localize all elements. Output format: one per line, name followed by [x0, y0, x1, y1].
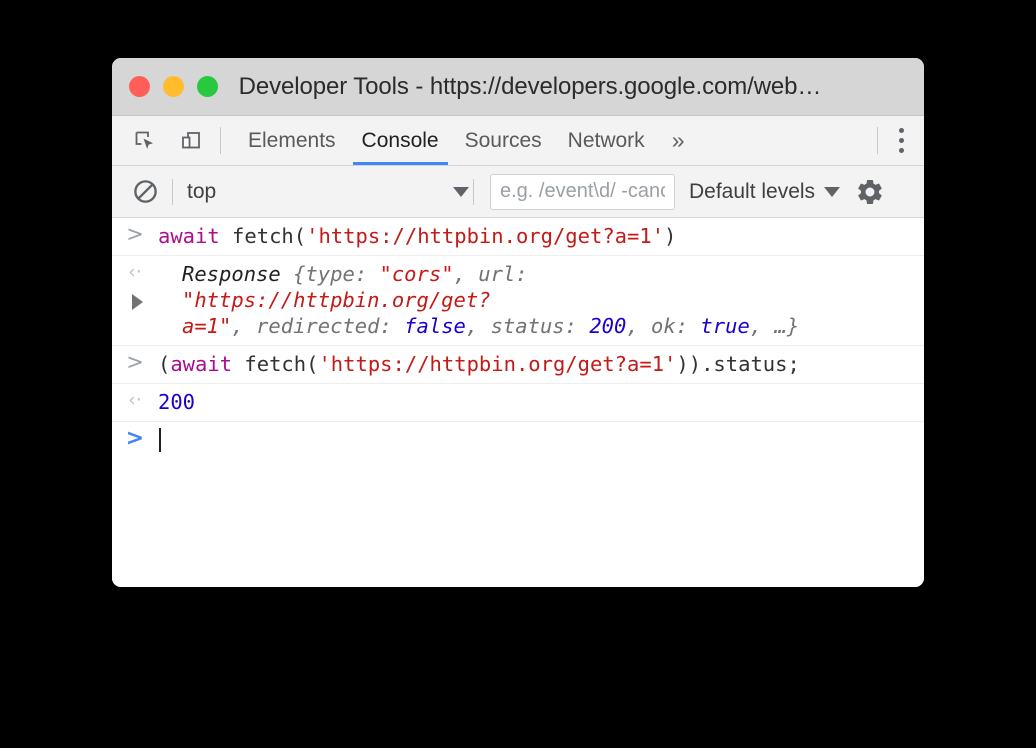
tab-elements-label: Elements: [248, 128, 336, 152]
console-toolbar-divider-2: [473, 178, 474, 205]
response-object[interactable]: Response {type: "cors", url: "https://ht…: [132, 261, 924, 339]
console-input-code: await fetch('https://httpbin.org/get?a=1…: [158, 223, 924, 249]
tab-console[interactable]: Console: [349, 116, 452, 165]
more-tabs-label: »: [671, 127, 685, 153]
maximize-button[interactable]: [197, 76, 218, 97]
object-class-name: Response: [182, 262, 294, 286]
tabbar-divider: [220, 127, 221, 154]
prop-redirected-value: false: [404, 314, 466, 338]
code-status-accessor: )).status;: [676, 352, 800, 376]
chevron-down-icon-levels: [824, 186, 841, 197]
console-prompt-row[interactable]: >: [112, 422, 924, 459]
log-levels-label: Default levels: [689, 179, 816, 203]
panel-tabs: Elements Console Sources Network »: [235, 116, 694, 165]
prop-url: url: [478, 262, 516, 286]
window-title: Developer Tools - https://developers.goo…: [238, 72, 822, 100]
device-toolbar-icon[interactable]: [174, 124, 208, 158]
input-marker: >: [126, 222, 144, 246]
prop-status-value: 200: [589, 314, 627, 338]
execution-context-label: top: [187, 179, 217, 203]
text-caret: [159, 428, 161, 452]
prop-redirected: redirected: [256, 314, 380, 338]
output-marker: ‹·: [128, 261, 142, 283]
window-titlebar: Developer Tools - https://developers.goo…: [112, 58, 924, 116]
tab-console-label: Console: [361, 128, 439, 152]
prop-url-value-part2: a=1": [182, 314, 232, 338]
prop-ok-value: true: [700, 314, 750, 338]
response-line-2: "https://httpbin.org/get?: [132, 287, 914, 313]
devtools-tabbar: Elements Console Sources Network »: [112, 116, 924, 166]
inspect-element-icon[interactable]: [128, 124, 162, 158]
tab-sources[interactable]: Sources: [452, 116, 555, 165]
code-string-2: 'https://httpbin.org/get?a=1': [318, 352, 677, 376]
minimize-button[interactable]: [163, 76, 184, 97]
prop-url-value-part1: "https://httpbin.org/get?: [182, 288, 491, 312]
tab-network-label: Network: [567, 128, 645, 152]
console-prompt-input[interactable]: [158, 427, 924, 453]
console-toolbar: top Default levels: [112, 166, 924, 218]
chevron-down-icon: [453, 186, 469, 197]
log-levels-selector[interactable]: Default levels: [689, 180, 844, 204]
response-line-3: a=1", redirected: false, status: 200, ok…: [182, 314, 800, 338]
prop-status: status: [490, 314, 565, 338]
tabbar-tool-icons: [128, 116, 220, 165]
tab-sources-label: Sources: [464, 128, 542, 152]
tab-network[interactable]: Network: [555, 116, 658, 165]
more-options-icon[interactable]: [878, 116, 924, 165]
console-filter-box[interactable]: [490, 173, 675, 210]
prop-ok: ok: [651, 314, 676, 338]
console-output-entry-response[interactable]: ‹· Response {type: "cors", url: "https:/…: [112, 256, 924, 346]
output-marker-2: ‹·: [128, 389, 142, 411]
code-call: fetch(: [219, 224, 307, 248]
response-line-1: Response {type: "cors", url:: [182, 262, 528, 286]
expand-triangle-icon[interactable]: [132, 294, 143, 310]
tab-elements[interactable]: Elements: [235, 116, 349, 165]
status-code-value: 200: [158, 390, 196, 414]
tabbar-spacer: [694, 116, 877, 165]
prompt-marker: >: [125, 426, 145, 451]
console-message-list[interactable]: > await fetch('https://httpbin.org/get?a…: [112, 218, 924, 587]
code-keyword-2: await: [170, 352, 233, 376]
gear-icon[interactable]: [852, 174, 888, 210]
code-close: ): [664, 224, 677, 248]
more-tabs-icon[interactable]: »: [662, 116, 695, 165]
devtools-window: Developer Tools - https://developers.goo…: [112, 58, 924, 587]
input-marker-2: >: [126, 350, 144, 374]
console-output-value: 200: [158, 389, 924, 415]
execution-context-selector[interactable]: top: [173, 175, 473, 209]
prop-type: type: [305, 262, 355, 286]
close-button[interactable]: [129, 76, 150, 97]
ellipsis-more: , …}: [749, 314, 800, 338]
code-string: 'https://httpbin.org/get?a=1': [306, 224, 665, 248]
console-input-entry-2[interactable]: > (await fetch('https://httpbin.org/get?…: [112, 346, 924, 384]
clear-console-icon[interactable]: [128, 175, 162, 209]
code-keyword: await: [158, 224, 220, 248]
filter-input[interactable]: [498, 179, 667, 204]
prop-type-value: "cors": [379, 262, 454, 286]
console-input-entry[interactable]: > await fetch('https://httpbin.org/get?a…: [112, 218, 924, 256]
console-input-code-2: (await fetch('https://httpbin.org/get?a=…: [158, 352, 800, 376]
window-controls: [112, 76, 218, 97]
console-output-entry-status[interactable]: ‹· 200: [112, 384, 924, 422]
